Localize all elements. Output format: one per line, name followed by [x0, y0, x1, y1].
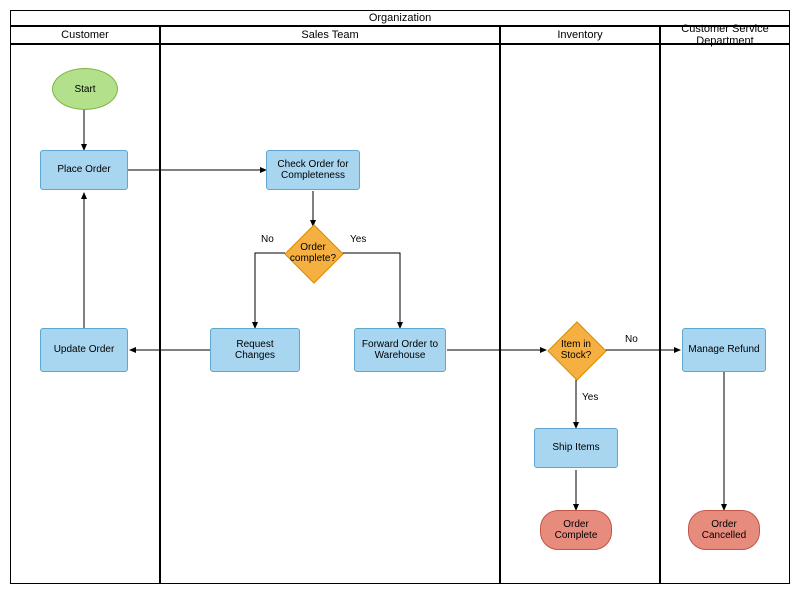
lane-body-sales: [160, 44, 500, 584]
node-update-order: Update Order: [40, 328, 128, 372]
node-order-complete-decision: Order complete?: [293, 233, 333, 273]
node-ship-items: Ship Items: [534, 428, 618, 468]
node-item-in-stock-decision: Item in Stock?: [556, 330, 596, 370]
lane-body-customer: [10, 44, 160, 584]
lane-header-cs: Customer Service Department: [660, 26, 790, 44]
lane-header-inventory: Inventory: [500, 26, 660, 44]
node-order-complete: Order Complete: [540, 510, 612, 550]
lane-body-cs: [660, 44, 790, 584]
node-manage-refund: Manage Refund: [682, 328, 766, 372]
edge-label-yes-2: Yes: [582, 392, 598, 403]
diamond-label-order-complete: Order complete?: [285, 233, 341, 273]
swimlane-diagram: Organization Customer Sales Team Invento…: [0, 0, 800, 593]
lane-body-inventory: [500, 44, 660, 584]
start-node: Start: [52, 68, 118, 110]
edge-label-no-1: No: [261, 234, 274, 245]
edge-label-no-2: No: [625, 334, 638, 345]
lane-header-sales: Sales Team: [160, 26, 500, 44]
node-order-cancelled: Order Cancelled: [688, 510, 760, 550]
diamond-label-item-in-stock: Item in Stock?: [548, 330, 604, 370]
node-forward-order: Forward Order to Warehouse: [354, 328, 446, 372]
node-request-changes: Request Changes: [210, 328, 300, 372]
lane-header-customer: Customer: [10, 26, 160, 44]
node-check-order: Check Order for Completeness: [266, 150, 360, 190]
node-place-order: Place Order: [40, 150, 128, 190]
edge-label-yes-1: Yes: [350, 234, 366, 245]
